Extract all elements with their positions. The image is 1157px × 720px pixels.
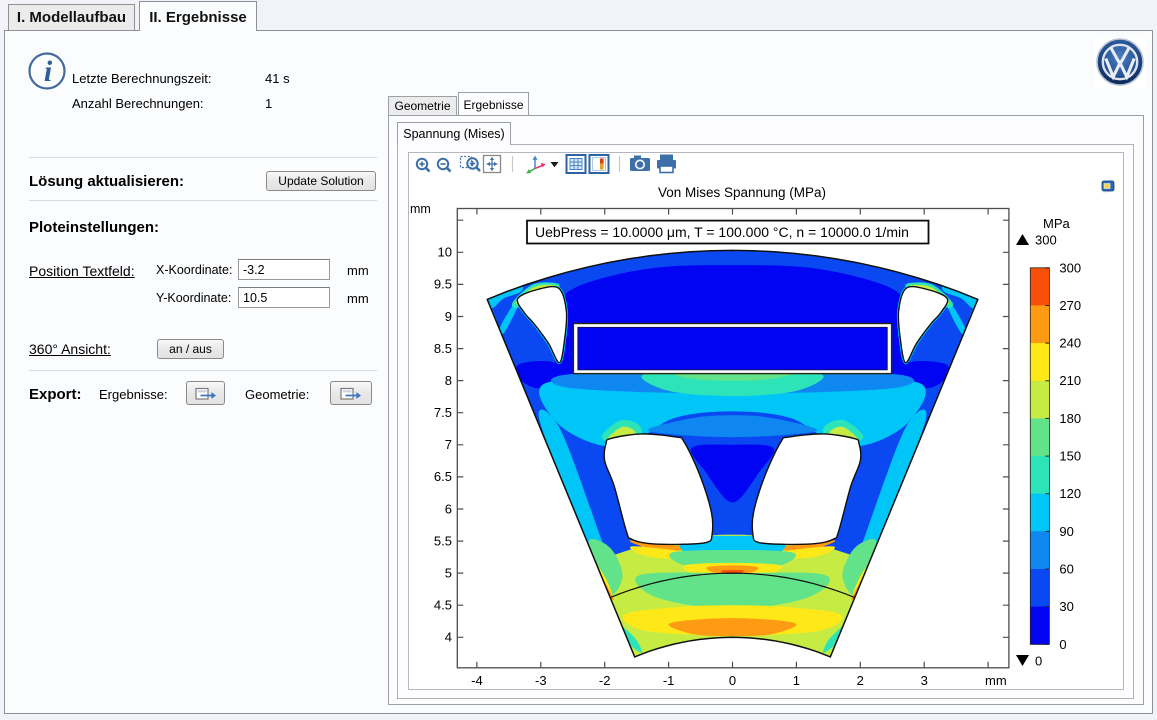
svg-text:mm: mm [410, 202, 431, 216]
svg-text:2: 2 [857, 673, 864, 688]
svg-text:300: 300 [1035, 233, 1057, 248]
svg-text:240: 240 [1059, 336, 1081, 351]
svg-text:-3: -3 [535, 673, 547, 688]
svg-text:30: 30 [1059, 599, 1073, 614]
svg-text:120: 120 [1059, 486, 1081, 501]
svg-text:8: 8 [445, 373, 452, 388]
svg-text:mm: mm [985, 673, 1007, 688]
svg-text:90: 90 [1059, 524, 1073, 539]
svg-text:9.5: 9.5 [434, 277, 452, 292]
svg-text:10: 10 [438, 245, 452, 260]
svg-text:5: 5 [445, 565, 452, 580]
svg-text:Von Mises Spannung (MPa): Von Mises Spannung (MPa) [658, 185, 826, 200]
svg-text:9: 9 [445, 309, 452, 324]
svg-text:8.5: 8.5 [434, 341, 452, 356]
svg-text:6: 6 [445, 501, 452, 516]
svg-text:210: 210 [1059, 373, 1081, 388]
svg-text:-4: -4 [471, 673, 483, 688]
svg-text:0: 0 [1059, 637, 1066, 652]
svg-text:0: 0 [1035, 654, 1042, 669]
svg-text:5.5: 5.5 [434, 533, 452, 548]
svg-text:150: 150 [1059, 449, 1081, 464]
svg-text:4.5: 4.5 [434, 598, 452, 613]
svg-text:1: 1 [793, 673, 800, 688]
svg-text:4: 4 [445, 630, 452, 645]
svg-text:3: 3 [921, 673, 928, 688]
svg-text:UebPress = 10.0000 μm, T = 100: UebPress = 10.0000 μm, T = 100.000 °C, n… [535, 224, 909, 240]
svg-text:6.5: 6.5 [434, 469, 452, 484]
svg-text:270: 270 [1059, 298, 1081, 313]
svg-text:MPa: MPa [1043, 216, 1071, 231]
svg-text:-2: -2 [599, 673, 611, 688]
svg-text:180: 180 [1059, 411, 1081, 426]
svg-text:-1: -1 [663, 673, 675, 688]
svg-text:7: 7 [445, 437, 452, 452]
svg-text:60: 60 [1059, 562, 1073, 577]
svg-text:300: 300 [1059, 260, 1081, 275]
svg-text:0: 0 [729, 673, 736, 688]
svg-text:7.5: 7.5 [434, 405, 452, 420]
